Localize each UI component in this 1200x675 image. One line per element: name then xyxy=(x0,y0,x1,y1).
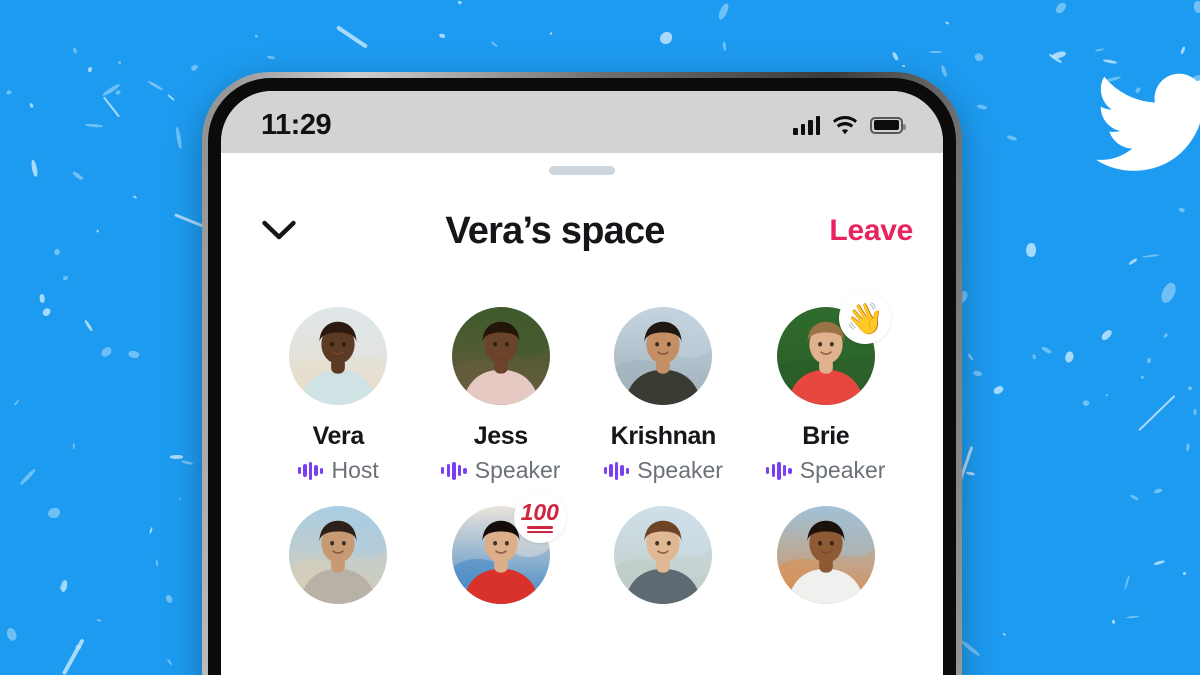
participant-role-label: Host xyxy=(331,457,379,483)
avatar-photo xyxy=(776,506,875,604)
participant-brie[interactable]: 👋 Brie Speaker xyxy=(745,292,908,484)
avatar xyxy=(776,506,875,604)
participant-name: Vera xyxy=(312,422,365,450)
avatar-photo xyxy=(614,307,713,405)
avatar-photo xyxy=(614,506,713,604)
phone-screen: 11:29 Vera’s space Leave Vera Host Jess … xyxy=(221,91,943,675)
avatar xyxy=(289,506,388,604)
battery-icon xyxy=(870,116,906,134)
avatar-photo xyxy=(451,307,550,405)
sheet-drag-handle[interactable] xyxy=(549,166,615,175)
audio-wave-icon xyxy=(441,461,467,480)
audio-wave-icon xyxy=(603,461,630,480)
avatar xyxy=(289,307,388,405)
participant-krishnan[interactable]: Krishnan Speaker xyxy=(582,307,745,484)
space-header: Vera’s space Leave xyxy=(221,175,943,261)
avatar-photo xyxy=(289,307,388,405)
avatar-wrapper xyxy=(289,506,388,604)
avatar xyxy=(451,307,550,405)
participant-role: Speaker xyxy=(603,457,723,484)
participants-row: Vera Host Jess Speaker Krishnan Speaker … xyxy=(257,292,908,484)
participant-role: Host xyxy=(297,457,379,484)
participant-role-label: Speaker xyxy=(474,457,561,483)
participant-listener-8[interactable] xyxy=(745,506,908,604)
participant-role-label: Speaker xyxy=(799,457,886,483)
participant-role-label: Speaker xyxy=(637,457,723,483)
participant-jess[interactable]: Jess Speaker xyxy=(420,307,583,484)
wifi-icon xyxy=(833,115,857,134)
audio-wave-icon xyxy=(766,461,792,480)
cellular-signal-icon xyxy=(793,115,820,135)
phone-bezel: 11:29 Vera’s space Leave Vera Host Jess … xyxy=(208,78,956,675)
participant-name: Brie xyxy=(802,422,850,450)
avatar-wrapper: 👋 xyxy=(776,292,891,405)
avatar-wrapper: 100 xyxy=(451,491,566,604)
avatar xyxy=(614,307,713,405)
avatar-wrapper xyxy=(614,506,713,604)
participant-listener-6[interactable]: 100 xyxy=(420,491,583,604)
status-bar-clock: 11:29 xyxy=(261,108,332,141)
screenshot-stage: 11:29 Vera’s space Leave Vera Host Jess … xyxy=(0,0,1200,675)
audio-wave-icon xyxy=(297,461,324,480)
participants-grid: Vera Host Jess Speaker Krishnan Speaker … xyxy=(221,261,943,604)
chevron-down-icon xyxy=(262,220,296,240)
participant-listener-7[interactable] xyxy=(582,506,745,604)
avatar-wrapper xyxy=(614,307,713,405)
participant-role: Speaker xyxy=(766,457,885,484)
leave-button[interactable]: Leave xyxy=(803,214,913,248)
status-bar-icons xyxy=(793,115,906,135)
participant-name: Jess xyxy=(473,422,528,450)
space-sheet: Vera’s space Leave Vera Host Jess Speake… xyxy=(221,166,943,675)
status-bar: 11:29 xyxy=(221,91,943,153)
participant-name: Krishnan xyxy=(610,422,717,450)
collapse-space-button[interactable] xyxy=(251,209,307,253)
avatar-wrapper xyxy=(451,307,550,405)
hundred-points-emoji: 100 xyxy=(513,491,566,543)
avatar-photo xyxy=(289,506,388,604)
participant-role: Speaker xyxy=(441,457,560,484)
avatar-wrapper xyxy=(289,307,388,405)
waving-hand-emoji: 👋 xyxy=(838,292,891,344)
participant-vera[interactable]: Vera Host xyxy=(257,307,420,484)
twitter-bird-icon xyxy=(1096,73,1200,171)
page-title: Vera’s space xyxy=(445,209,665,252)
avatar xyxy=(614,506,713,604)
phone-mockup: 11:29 Vera’s space Leave Vera Host Jess … xyxy=(202,72,962,675)
participants-row: 100 xyxy=(257,491,908,604)
participant-listener-5[interactable] xyxy=(257,506,420,604)
avatar-wrapper xyxy=(776,506,875,604)
